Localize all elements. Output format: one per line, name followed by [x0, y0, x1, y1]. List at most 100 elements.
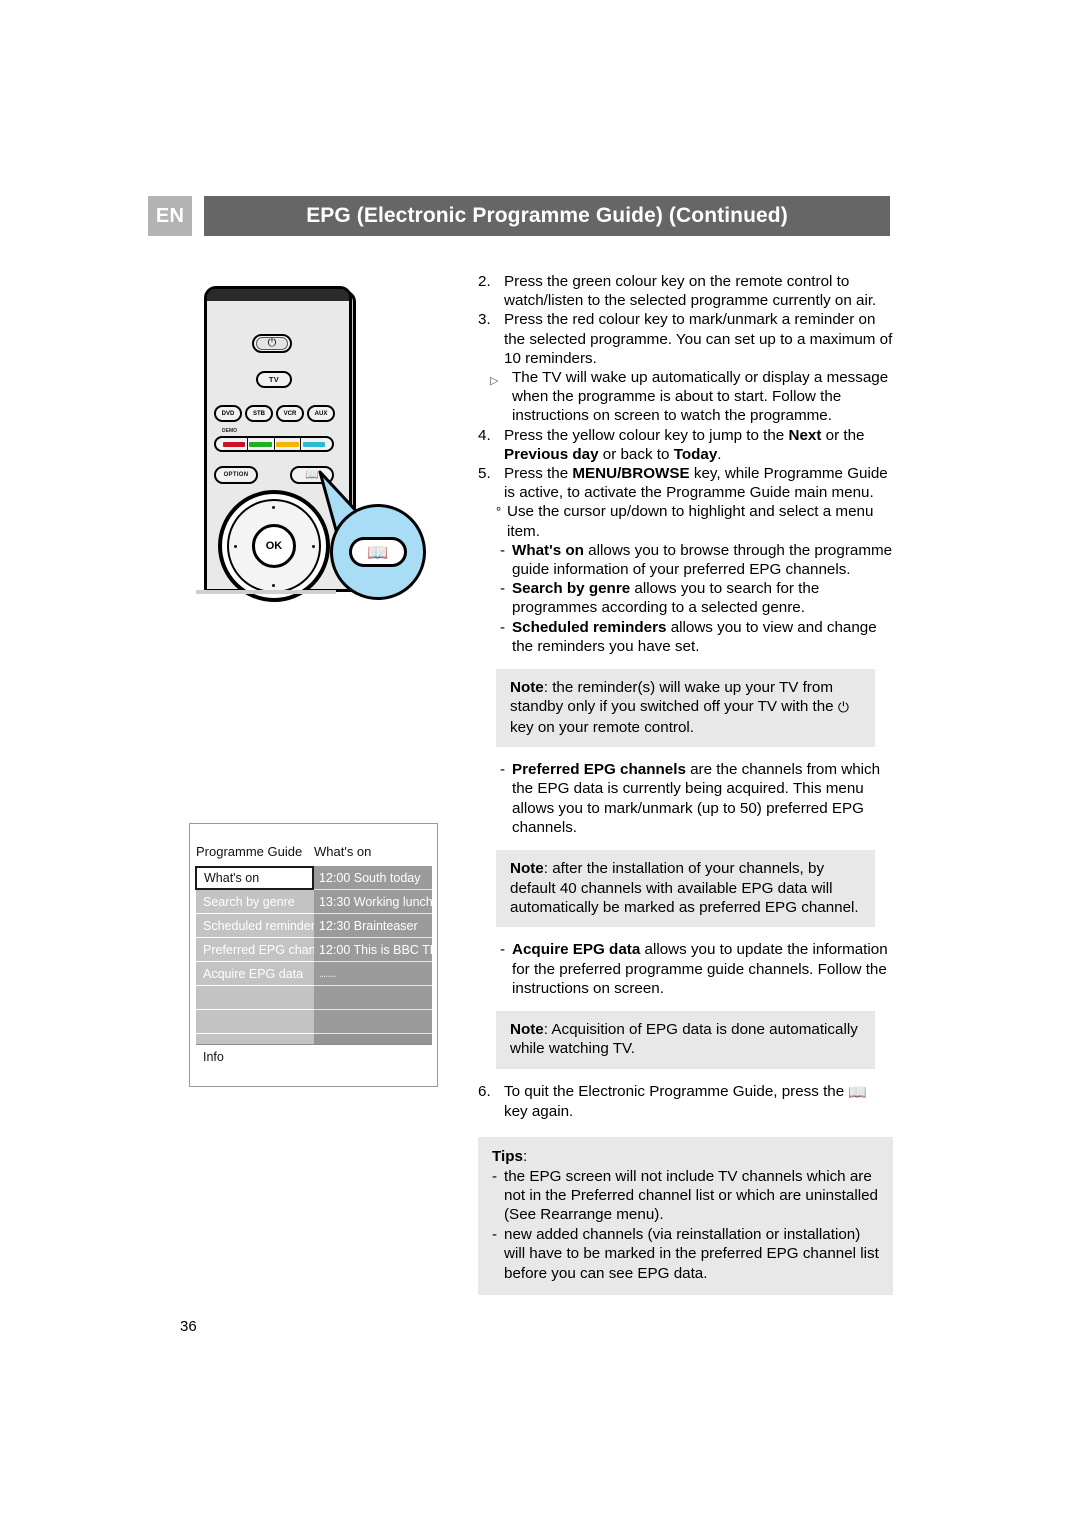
epg-columns: What's on Search by genre Scheduled remi…: [195, 866, 432, 1058]
step-3-substep: ▷ The TV will wake up automatically or d…: [490, 368, 893, 426]
book-icon: 📖: [367, 542, 389, 562]
tips-colon: :: [522, 1148, 528, 1166]
tv-button: TV: [256, 371, 292, 388]
epg-menu-item-search-by-genre[interactable]: Search by genre: [196, 890, 314, 914]
epg-menu-column: What's on Search by genre Scheduled remi…: [195, 866, 314, 1058]
bullet-whats-on-text: What's on allows you to browse through t…: [512, 541, 893, 579]
source-button-row: DVD STB VCR AUX: [214, 405, 335, 422]
step-4-number: 4.: [478, 426, 491, 444]
bullet-scheduled-reminders-text: Scheduled reminders allows you to view a…: [512, 618, 893, 656]
step-5-number: 5.: [478, 465, 491, 483]
bullet-preferred-epg-channels: - Preferred EPG channels are the channel…: [500, 760, 893, 837]
power-icon: ⏻: [267, 337, 277, 349]
epg-list-title: What's on: [314, 843, 372, 859]
step-4-post: .: [717, 445, 722, 463]
bullet-preferred-label: Preferred EPG channels: [512, 761, 686, 779]
remote-ir-strip: [207, 289, 349, 301]
vcr-button: VCR: [276, 405, 304, 422]
tips-heading: Tips:: [492, 1147, 881, 1166]
tv-button-label: TV: [268, 375, 280, 384]
tip-item-1-text: the EPG screen will not include TV chann…: [504, 1167, 878, 1224]
tip-item-2-text: new added channels (via reinstallation o…: [504, 1225, 879, 1282]
cursor-left-dot: [234, 545, 237, 548]
page-title: EPG (Electronic Programme Guide) (Contin…: [204, 196, 890, 236]
bullet-marker: -: [492, 1167, 498, 1185]
degree-marker: °: [496, 504, 502, 520]
step-6-text: To quit the Electronic Programme Guide, …: [504, 1082, 893, 1121]
step-5-bold-menu-browse: MENU/BROWSE: [572, 465, 690, 483]
cursor-up-dot: [272, 506, 275, 509]
step-4-mid1: or the: [821, 426, 865, 444]
aux-button: AUX: [307, 405, 335, 422]
bullet-search-by-genre-label: Search by genre: [512, 580, 631, 598]
yellow-colour-key: [275, 436, 302, 452]
tips-box: Tips: - the EPG screen will not include …: [478, 1137, 893, 1295]
step-5-degree-note: ° Use the cursor up/down to highlight an…: [496, 502, 893, 540]
epg-programme-row[interactable]: 12:00 This is BBC THREE: [314, 938, 432, 962]
green-colour-key: [248, 436, 275, 452]
bullet-marker: -: [500, 618, 506, 636]
note-box-acquisition: Note: Acquisition of EPG data is done au…: [496, 1010, 875, 1069]
step-2: 2. Press the green colour key on the rem…: [478, 272, 893, 310]
step-6-number: 6.: [478, 1082, 491, 1100]
green-colour-bar: [249, 441, 272, 447]
power-icon: ⏻: [837, 699, 849, 716]
step-6: 6. To quit the Electronic Programme Guid…: [478, 1082, 893, 1121]
epg-menu-item-preferred-epg-channels[interactable]: Preferred EPG chann..: [196, 938, 314, 962]
step-4-bold-today: Today: [673, 445, 718, 463]
epg-programme-row[interactable]: 12:00 South today: [314, 866, 432, 890]
step-2-text: Press the green colour key on the remote…: [504, 273, 877, 310]
red-colour-bar: [222, 441, 246, 447]
tip-item-2: - new added channels (via reinstallation…: [492, 1225, 881, 1283]
step-4-pre: Press the yellow colour key to jump to t…: [504, 426, 789, 444]
bullet-marker: -: [500, 541, 506, 559]
epg-programme-row[interactable]: 12:30 Brainteaser: [314, 914, 432, 938]
note-label: Note: [510, 860, 544, 878]
instruction-content: 2. Press the green colour key on the rem…: [478, 272, 893, 1295]
note-box-reminders: Note: the reminder(s) will wake up your …: [496, 669, 875, 748]
aux-button-label: AUX: [314, 410, 328, 417]
demo-label: DEMO: [222, 428, 237, 434]
ok-button-label: OK: [265, 540, 283, 552]
step-6-post: key again.: [504, 1102, 574, 1120]
tips-label: Tips: [492, 1148, 523, 1166]
epg-menu-item-whats-on[interactable]: What's on: [195, 866, 314, 890]
epg-menu-item-scheduled-reminders[interactable]: Scheduled reminders: [196, 914, 314, 938]
colour-key-row: [214, 436, 334, 452]
epg-programme-row-empty: [314, 986, 432, 1010]
epg-screen-illustration: Programme Guide What's on What's on Sear…: [189, 823, 438, 1087]
note-label: Note: [510, 679, 544, 697]
note-label: Note: [510, 1020, 544, 1038]
option-button-label: OPTION: [223, 472, 249, 478]
stb-button-label: STB: [253, 410, 265, 417]
bullet-acquire-label: Acquire EPG data: [512, 941, 641, 959]
bullet-marker: -: [500, 761, 506, 779]
dvd-button-label: DVD: [221, 410, 235, 417]
stb-button: STB: [245, 405, 273, 422]
callout-guide-button: 📖: [349, 537, 407, 567]
step-5-text: Press the MENU/BROWSE key, while Program…: [504, 464, 893, 502]
epg-programme-row-empty: [314, 1010, 432, 1034]
step-4-mid2: or back to: [598, 445, 674, 463]
step-4-bold-previous-day: Previous day: [504, 445, 599, 463]
remote-control-illustration: ⏻ TV DVD STB VCR AUX DEMO OPTION 📖 OK 📖: [196, 282, 436, 622]
tip-item-1: - the EPG screen will not include TV cha…: [492, 1167, 881, 1225]
epg-menu-title: Programme Guide: [196, 843, 303, 859]
bullet-acquire-text: Acquire EPG data allows you to update th…: [512, 940, 893, 998]
step-3-text: Press the red colour key to mark/unmark …: [504, 311, 893, 367]
epg-screen-header: Programme Guide What's on: [196, 838, 432, 864]
callout-bubble: 📖: [330, 504, 426, 600]
remote-cut-line: [196, 590, 336, 594]
bullet-search-by-genre: - Search by genre allows you to search f…: [500, 579, 893, 617]
cursor-right-dot: [312, 545, 315, 548]
epg-menu-item-empty: [196, 1010, 314, 1034]
bullet-marker: -: [500, 580, 506, 598]
note-box-installation: Note: after the installation of your cha…: [496, 850, 875, 928]
epg-programme-row[interactable]: 13:30 Working lunch: [314, 890, 432, 914]
option-button: OPTION: [214, 466, 258, 484]
note-1-pre: : the reminder(s) will wake up your TV f…: [510, 679, 838, 716]
step-5: 5. Press the MENU/BROWSE key, while Prog…: [478, 464, 893, 502]
epg-menu-item-acquire-epg-data[interactable]: Acquire EPG data: [196, 962, 314, 986]
bullet-search-by-genre-text: Search by genre allows you to search for…: [512, 579, 893, 617]
ok-button: OK: [252, 524, 296, 568]
